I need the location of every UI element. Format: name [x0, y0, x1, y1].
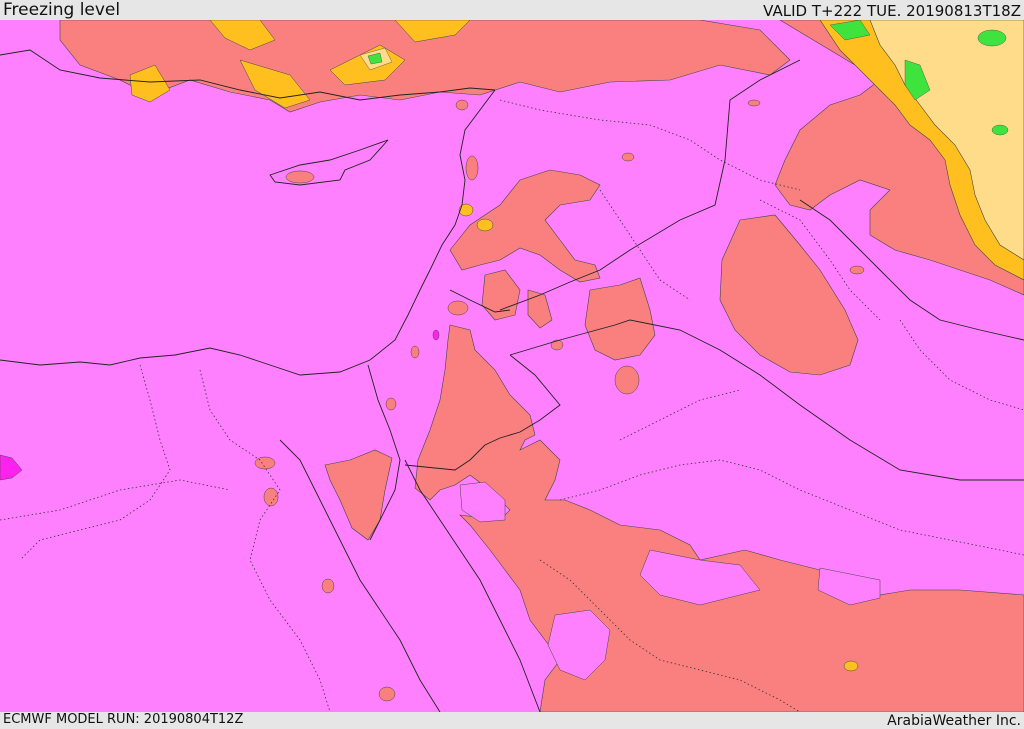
- small-blob-9: [378, 686, 396, 702]
- small-blob-8: [321, 578, 335, 594]
- small-blob-13: [455, 99, 469, 111]
- small-blob-14: [747, 99, 761, 107]
- lebanon-orange-1: [458, 203, 474, 217]
- small-blob-11: [410, 345, 420, 359]
- small-blob-4: [465, 155, 479, 181]
- lebanon-orange-2: [476, 218, 494, 232]
- valid-time: VALID T+222 TUE. 20190813T18Z: [763, 2, 1021, 20]
- small-blob-12: [621, 152, 635, 162]
- small-blob-3: [550, 339, 564, 351]
- small-blob-2: [285, 170, 315, 184]
- map-title: Freezing level: [3, 0, 121, 20]
- map-canvas: [0, 20, 1024, 712]
- small-blob-1: [614, 365, 640, 395]
- weather-map[interactable]: [0, 20, 1024, 712]
- header-bar: Freezing level VALID T+222 TUE. 20190813…: [0, 0, 1024, 20]
- small-blob-5: [447, 300, 469, 316]
- small-blob-6: [254, 456, 276, 470]
- iran-green-4: [991, 124, 1009, 136]
- footer-bar: ECMWF MODEL RUN: 20190804T12Z ArabiaWeat…: [0, 712, 1024, 729]
- credit-text: ArabiaWeather Inc.: [887, 713, 1021, 729]
- iran-green-3: [977, 29, 1007, 47]
- small-blob-15: [849, 265, 865, 275]
- deadsea-magenta: [432, 329, 440, 341]
- small-blob-10: [385, 397, 397, 411]
- arabia-orange: [843, 660, 859, 672]
- model-run: ECMWF MODEL RUN: 20190804T12Z: [3, 712, 244, 727]
